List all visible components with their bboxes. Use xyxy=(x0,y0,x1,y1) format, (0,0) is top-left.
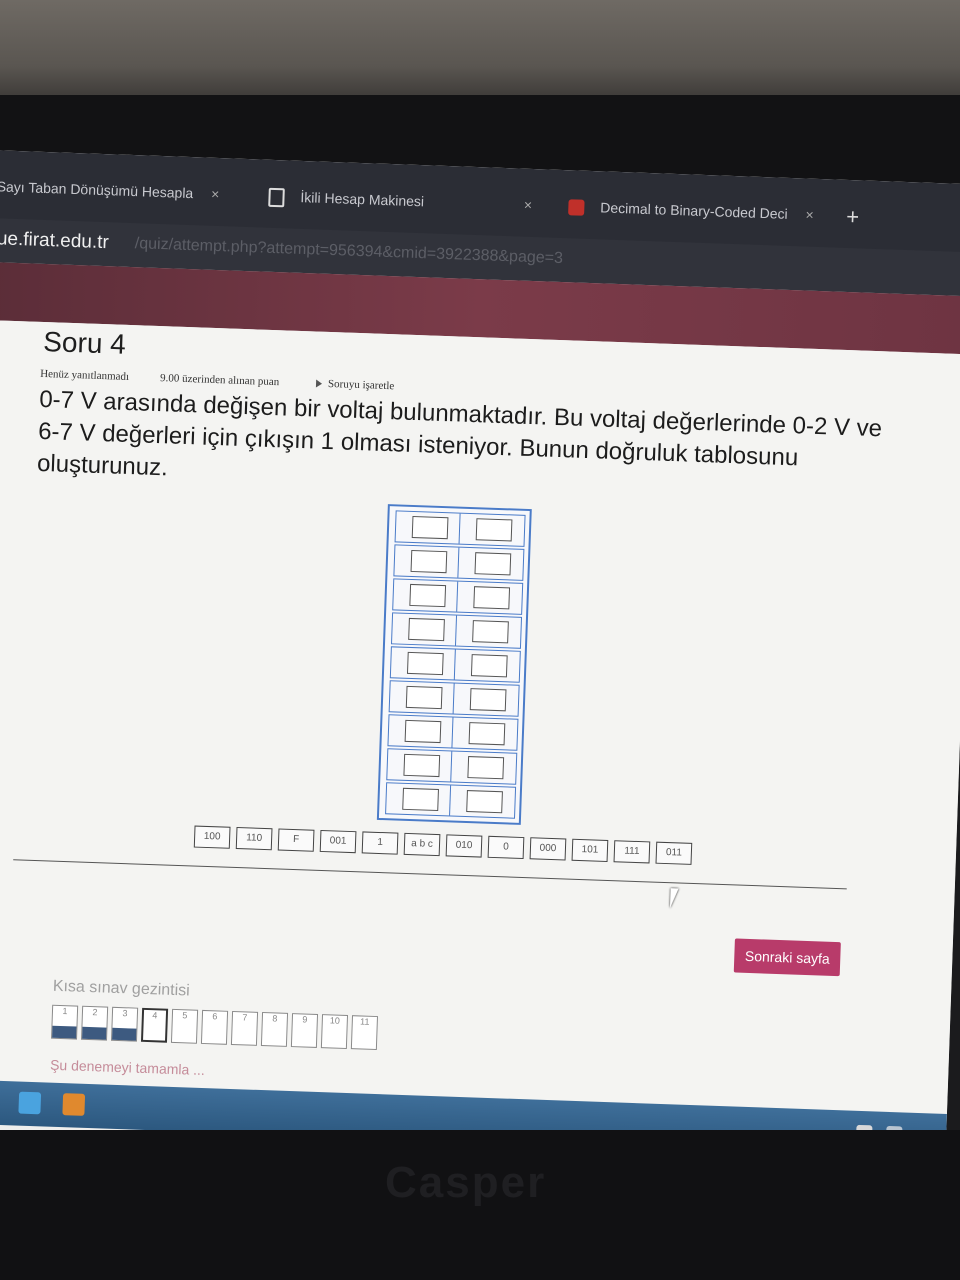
mouse-cursor-icon xyxy=(669,888,687,909)
drop-slot[interactable] xyxy=(405,685,443,710)
truth-table-row xyxy=(389,646,521,683)
tab-base-conversion[interactable]: Sayı Taban Dönüşümü Hesapla × xyxy=(0,178,220,202)
quiz-nav-number: 3 xyxy=(122,1008,128,1019)
tab-binary-calculator[interactable]: İkili Hesap Makinesi × xyxy=(268,187,533,216)
quiz-nav-number: 5 xyxy=(182,1010,188,1021)
drop-slot[interactable] xyxy=(403,753,441,778)
quiz-nav-item[interactable]: 3 xyxy=(110,1006,139,1042)
quiz-nav-number: 2 xyxy=(92,1007,98,1018)
tab-label: İkili Hesap Makinesi xyxy=(300,189,425,210)
truth-table-row xyxy=(388,680,520,717)
drag-item[interactable]: 0 xyxy=(487,835,525,860)
drag-item[interactable]: 001 xyxy=(319,829,357,854)
quiz-nav-item[interactable]: 5 xyxy=(170,1008,199,1044)
next-page-button[interactable]: Sonraki sayfa xyxy=(733,938,841,977)
drop-slot[interactable] xyxy=(472,620,509,644)
truth-table-row xyxy=(387,714,519,751)
quiz-nav-item[interactable]: 9 xyxy=(290,1013,319,1048)
quiz-nav-number: 8 xyxy=(272,1013,278,1024)
drop-slot[interactable] xyxy=(475,518,513,542)
truth-table-row xyxy=(390,612,523,649)
answered-indicator xyxy=(112,1027,137,1041)
drag-items-row: 100 110 F 001 1 a b c 010 0 000 101 111 … xyxy=(193,825,754,870)
question-title: Soru 4 xyxy=(42,325,127,360)
url-host: ue.firat.edu.tr xyxy=(0,228,110,254)
truth-table-row xyxy=(385,782,517,819)
drop-slot[interactable] xyxy=(467,756,505,780)
quiz-nav-number: 11 xyxy=(359,1016,370,1027)
close-icon[interactable]: × xyxy=(524,197,533,213)
flag-question-link[interactable]: Soruyu işaretle xyxy=(315,377,395,393)
quiz-nav-item-current[interactable]: 4 xyxy=(140,1007,169,1043)
drag-item[interactable]: 101 xyxy=(571,838,609,862)
drop-slot[interactable] xyxy=(468,722,506,746)
drag-item[interactable]: 111 xyxy=(613,840,651,864)
drop-slot[interactable] xyxy=(402,787,439,812)
drop-slot[interactable] xyxy=(411,515,449,540)
quiz-nav-item[interactable]: 1 xyxy=(51,1004,79,1040)
quiz-nav-item[interactable]: 7 xyxy=(230,1010,259,1046)
drop-slot[interactable] xyxy=(469,688,507,712)
drop-slot[interactable] xyxy=(473,586,511,610)
quiz-nav-number: 7 xyxy=(242,1012,248,1023)
truth-table-row xyxy=(386,748,518,785)
flag-label: Soruyu işaretle xyxy=(327,377,395,393)
tab-label: Sayı Taban Dönüşümü Hesapla xyxy=(0,178,194,202)
answered-indicator xyxy=(52,1025,77,1039)
quiz-nav-number: 9 xyxy=(302,1014,308,1025)
truth-table-row xyxy=(392,578,524,615)
drop-slot[interactable] xyxy=(409,583,447,608)
browser-app-icon[interactable] xyxy=(18,1091,42,1115)
quiz-nav-number: 6 xyxy=(212,1011,218,1022)
drop-slot[interactable] xyxy=(406,651,444,676)
quiz-content: Soru 4 Henüz yanıtlanmadı 9.00 üzerinden… xyxy=(0,319,960,1114)
truth-table xyxy=(376,504,532,825)
truth-table-row xyxy=(393,544,525,581)
app-icon[interactable] xyxy=(62,1093,86,1116)
drop-slot[interactable] xyxy=(470,654,508,678)
drop-slot[interactable] xyxy=(474,552,512,576)
drop-slot[interactable] xyxy=(404,719,442,744)
quiz-nav-number: 1 xyxy=(62,1006,68,1017)
drag-item[interactable]: 100 xyxy=(193,825,231,849)
quiz-nav-item[interactable]: 11 xyxy=(350,1015,379,1051)
drag-item[interactable]: 000 xyxy=(529,837,567,861)
drag-item[interactable]: 110 xyxy=(235,827,273,851)
drag-item[interactable]: 010 xyxy=(445,834,483,858)
device-brand-logo: Casper xyxy=(385,1158,547,1207)
quiz-nav-item[interactable]: 6 xyxy=(200,1009,229,1045)
close-icon[interactable]: × xyxy=(805,207,814,223)
screen: Sayı Taban Dönüşümü Hesapla × İkili Hesa… xyxy=(0,150,960,1174)
quiz-nav-number: 10 xyxy=(329,1015,340,1026)
finish-attempt-link[interactable]: Şu denemeyi tamamla ... xyxy=(50,1057,205,1078)
document-icon xyxy=(268,187,285,208)
quiz-nav-item[interactable]: 8 xyxy=(260,1012,289,1047)
tab-decimal-to-bcd[interactable]: Decimal to Binary-Coded Deci × xyxy=(568,198,814,224)
quiz-nav-item[interactable]: 10 xyxy=(320,1014,349,1050)
truth-table-row xyxy=(394,510,526,547)
drag-item[interactable]: 011 xyxy=(655,841,693,865)
quiz-navigation-title: Kısa sınav gezintisi xyxy=(52,977,191,1000)
flag-icon xyxy=(315,379,323,389)
drop-slot[interactable] xyxy=(466,790,503,814)
quiz-nav-number: 4 xyxy=(152,1010,158,1021)
drag-item[interactable]: a b c xyxy=(403,832,441,857)
close-icon[interactable]: × xyxy=(211,186,220,202)
question-text: 0-7 V arasında değişen bir voltaj bulunm… xyxy=(36,385,883,482)
quiz-nav-item[interactable]: 2 xyxy=(81,1005,109,1041)
drag-item[interactable]: F xyxy=(277,828,315,852)
tab-label: Decimal to Binary-Coded Deci xyxy=(599,199,788,222)
new-tab-button[interactable]: + xyxy=(846,204,860,230)
question-status: Henüz yanıtlanmadı xyxy=(40,367,130,383)
question-points: 9.00 üzerinden alınan puan xyxy=(159,372,280,389)
url-path: /quiz/attempt.php?attempt=956394&cmid=39… xyxy=(134,235,564,268)
drop-slot[interactable] xyxy=(410,549,448,574)
drop-slot[interactable] xyxy=(408,617,445,642)
site-favicon-icon xyxy=(568,199,585,217)
answered-indicator xyxy=(82,1026,107,1040)
drag-item[interactable]: 1 xyxy=(361,831,399,855)
